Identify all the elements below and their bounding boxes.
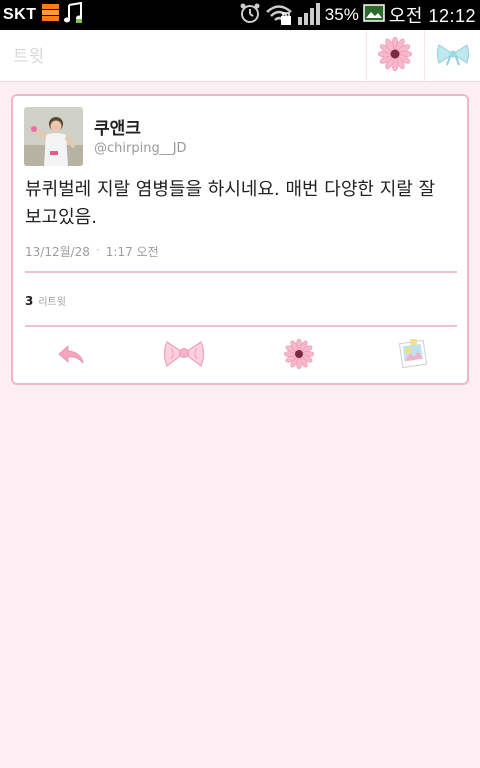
retweet-count: 3 (25, 294, 34, 308)
carrier-label: SKT (3, 6, 37, 23)
avatar[interactable] (24, 107, 83, 166)
retweet-label: 리트윗 (38, 297, 66, 308)
clock: 오전 12:12 (388, 6, 476, 26)
retweet-stats[interactable]: 3 리트윗 (25, 293, 66, 308)
pink-bow-icon (163, 339, 205, 373)
tweet-meta: 13/12월/28 · 1:17 오전 (25, 243, 159, 260)
pink-daisy-icon (283, 338, 315, 373)
gallery-notification-icon (363, 3, 385, 27)
signal-icon (297, 1, 321, 29)
wifi-icon (265, 1, 293, 29)
battery-percent: 35% (324, 5, 359, 24)
user-handle[interactable]: @chirping__JD (94, 141, 187, 156)
reply-arrow-icon (58, 344, 84, 368)
tweet-card: 쿠앤크 @chirping__JD 뷰퀴벌레 지랄 염병들을 하시네요. 매번 … (11, 94, 469, 385)
tweet-text: 뷰퀴벌레 지랄 염병들을 하시네요. 매번 다양한 지랄 잘 보고있음. (25, 179, 436, 228)
tweet-time: 1:17 오전 (105, 245, 159, 259)
photo-icon (397, 338, 429, 374)
tweet-date: 13/12월/28 (25, 245, 90, 259)
action-bar: 트윗 (0, 30, 480, 82)
retweet-button[interactable] (161, 336, 207, 376)
favorite-button[interactable] (279, 336, 319, 376)
blue-bow-icon (436, 42, 470, 70)
more-button[interactable] (393, 336, 433, 376)
tweet-actions (13, 336, 467, 376)
pink-daisy-icon (377, 36, 412, 75)
meta-separator: · (95, 243, 100, 257)
reply-button[interactable] (53, 336, 89, 376)
status-bar: SKT 35% 오전 12:12 (0, 0, 480, 30)
display-name[interactable]: 쿠앤크 (94, 114, 141, 139)
header-flower-button[interactable] (366, 30, 422, 82)
divider (25, 325, 457, 327)
page-title: 트윗 (13, 47, 45, 67)
music-icon (63, 1, 84, 28)
storage-icon (41, 3, 59, 27)
header-bow-button[interactable] (424, 30, 480, 82)
divider (25, 271, 457, 273)
alarm-icon (239, 2, 261, 28)
